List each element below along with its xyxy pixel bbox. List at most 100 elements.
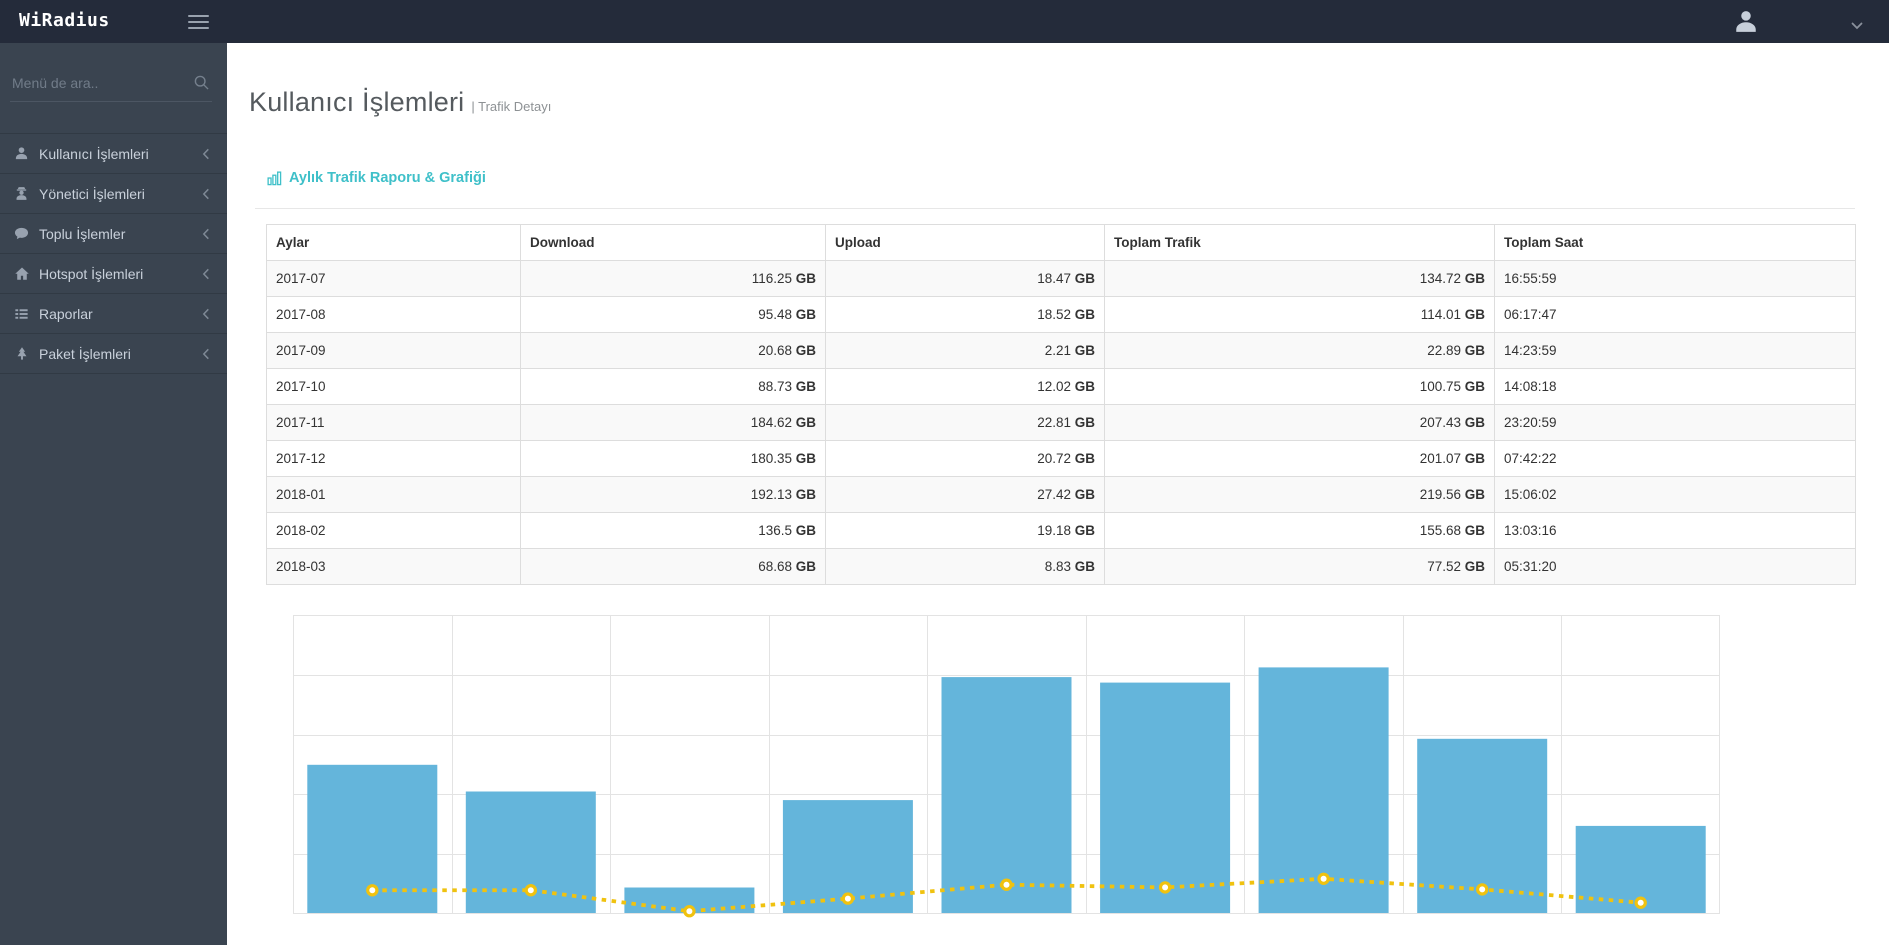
unit-label: GB	[1465, 487, 1485, 502]
chevron-left-icon	[202, 148, 210, 160]
unit-label: GB	[1075, 559, 1095, 574]
user-secret-icon	[13, 186, 30, 201]
value-toplam-trafik: 114.01	[1421, 307, 1461, 322]
cell-toplam-saat: 14:23:59	[1495, 333, 1856, 369]
cell-month: 2017-10	[267, 369, 521, 405]
cell-toplam-trafik: 155.68 GB	[1105, 513, 1495, 549]
cell-upload: 27.42 GB	[826, 477, 1105, 513]
monthly-traffic-report-link[interactable]: Aylık Trafik Raporu & Grafiği	[267, 170, 486, 186]
home-icon	[13, 266, 30, 281]
table-row: 2018-02136.5 GB19.18 GB155.68 GB13:03:16	[267, 513, 1856, 549]
cell-month: 2017-08	[267, 297, 521, 333]
sidebar-item-label: Paket İşlemleri	[39, 346, 131, 362]
cell-toplam-saat: 14:08:18	[1495, 369, 1856, 405]
cell-month: 2018-02	[267, 513, 521, 549]
sidebar-item-label: Hotspot İşlemleri	[39, 266, 143, 282]
chevron-down-icon[interactable]	[1851, 17, 1863, 35]
top-navbar: WiRadius	[0, 0, 1889, 43]
traffic-chart-canvas	[293, 615, 1720, 947]
unit-label: GB	[1465, 415, 1485, 430]
list-icon	[13, 307, 30, 321]
sidebar-search	[10, 74, 212, 102]
comment-icon	[13, 226, 30, 241]
table-row: 2017-0895.48 GB18.52 GB114.01 GB06:17:47	[267, 297, 1856, 333]
sidebar-nav: Kullanıcı İşlemleriYönetici İşlemleri Top…	[0, 43, 227, 945]
unit-label: GB	[1465, 451, 1485, 466]
unit-label: GB	[796, 307, 816, 322]
upload-point	[1002, 880, 1011, 889]
page-subtitle: | Trafik Detayı	[471, 99, 551, 114]
value-download: 20.68	[758, 343, 792, 358]
page-header: Kullanıcı İşlemleri | Trafik Detayı	[249, 87, 1889, 121]
upload-point	[526, 886, 535, 895]
tree-icon	[13, 346, 30, 361]
upload-point	[1161, 883, 1170, 892]
value-toplam-trafik: 201.07	[1420, 451, 1461, 466]
sidebar-item-label: Toplu İşlemler	[39, 226, 125, 242]
value-toplam-trafik: 100.75	[1420, 379, 1461, 394]
chevron-left-icon	[202, 228, 210, 240]
cell-toplam-saat: 13:03:16	[1495, 513, 1856, 549]
sidebar-item-yonetici-islemleri[interactable]: Yönetici İşlemleri	[0, 174, 227, 214]
unit-label: GB	[796, 379, 816, 394]
value-download: 136.5	[758, 523, 792, 538]
sidebar-item-raporlar[interactable]: Raporlar	[0, 294, 227, 334]
upload-point	[1319, 874, 1328, 883]
chevron-left-icon	[202, 308, 210, 320]
value-upload: 2.21	[1045, 343, 1071, 358]
unit-label: GB	[1075, 307, 1095, 322]
sidebar-item-paket-islemleri[interactable]: Paket İşlemleri	[0, 334, 227, 374]
cell-toplam-saat: 06:17:47	[1495, 297, 1856, 333]
sidebar-item-kullanici-islemleri[interactable]: Kullanıcı İşlemleri	[0, 134, 227, 174]
cell-upload: 22.81 GB	[826, 405, 1105, 441]
cell-toplam-trafik: 219.56 GB	[1105, 477, 1495, 513]
cell-download: 68.68 GB	[521, 549, 826, 585]
column-header-toplam-saat: Toplam Saat	[1495, 225, 1856, 261]
unit-label: GB	[796, 415, 816, 430]
unit-label: GB	[796, 523, 816, 538]
brand-logo: WiRadius	[19, 10, 110, 31]
page-title: Kullanıcı İşlemleri	[249, 87, 464, 117]
value-upload: 18.47	[1037, 271, 1071, 286]
search-icon[interactable]	[194, 75, 209, 95]
cell-upload: 19.18 GB	[826, 513, 1105, 549]
cell-month: 2017-09	[267, 333, 521, 369]
value-upload: 27.42	[1037, 487, 1071, 502]
divider	[255, 208, 1855, 209]
cell-upload: 2.21 GB	[826, 333, 1105, 369]
menu-search-input[interactable]	[10, 74, 178, 92]
hamburger-menu-icon[interactable]	[188, 15, 209, 33]
value-download: 184.62	[751, 415, 792, 430]
cell-download: 180.35 GB	[521, 441, 826, 477]
cell-download: 116.25 GB	[521, 261, 826, 297]
value-upload: 8.83	[1045, 559, 1071, 574]
cell-download: 192.13 GB	[521, 477, 826, 513]
column-header-aylar: Aylar	[267, 225, 521, 261]
value-upload: 22.81	[1037, 415, 1071, 430]
value-upload: 18.52	[1037, 307, 1071, 322]
sidebar-item-hotspot-islemleri[interactable]: Hotspot İşlemleri	[0, 254, 227, 294]
unit-label: GB	[1465, 559, 1485, 574]
cell-upload: 18.47 GB	[826, 261, 1105, 297]
value-toplam-trafik: 219.56	[1420, 487, 1461, 502]
unit-label: GB	[1075, 343, 1095, 358]
cell-toplam-trafik: 22.89 GB	[1105, 333, 1495, 369]
value-download: 116.25	[752, 271, 792, 286]
value-toplam-trafik: 134.72	[1420, 271, 1461, 286]
upload-point	[368, 886, 377, 895]
user-icon	[13, 146, 30, 161]
unit-label: GB	[796, 271, 816, 286]
cell-upload: 8.83 GB	[826, 549, 1105, 585]
download-bar	[942, 677, 1072, 914]
cell-toplam-saat: 15:06:02	[1495, 477, 1856, 513]
cell-download: 184.62 GB	[521, 405, 826, 441]
table-row: 2017-11184.62 GB22.81 GB207.43 GB23:20:5…	[267, 405, 1856, 441]
cell-upload: 18.52 GB	[826, 297, 1105, 333]
cell-toplam-trafik: 201.07 GB	[1105, 441, 1495, 477]
user-avatar-icon[interactable]	[1733, 8, 1759, 34]
unit-label: GB	[1465, 379, 1485, 394]
bar-chart-icon	[267, 171, 282, 186]
sidebar-item-toplu-islemler[interactable]: Toplu İşlemler	[0, 214, 227, 254]
cell-toplam-trafik: 77.52 GB	[1105, 549, 1495, 585]
cell-download: 136.5 GB	[521, 513, 826, 549]
